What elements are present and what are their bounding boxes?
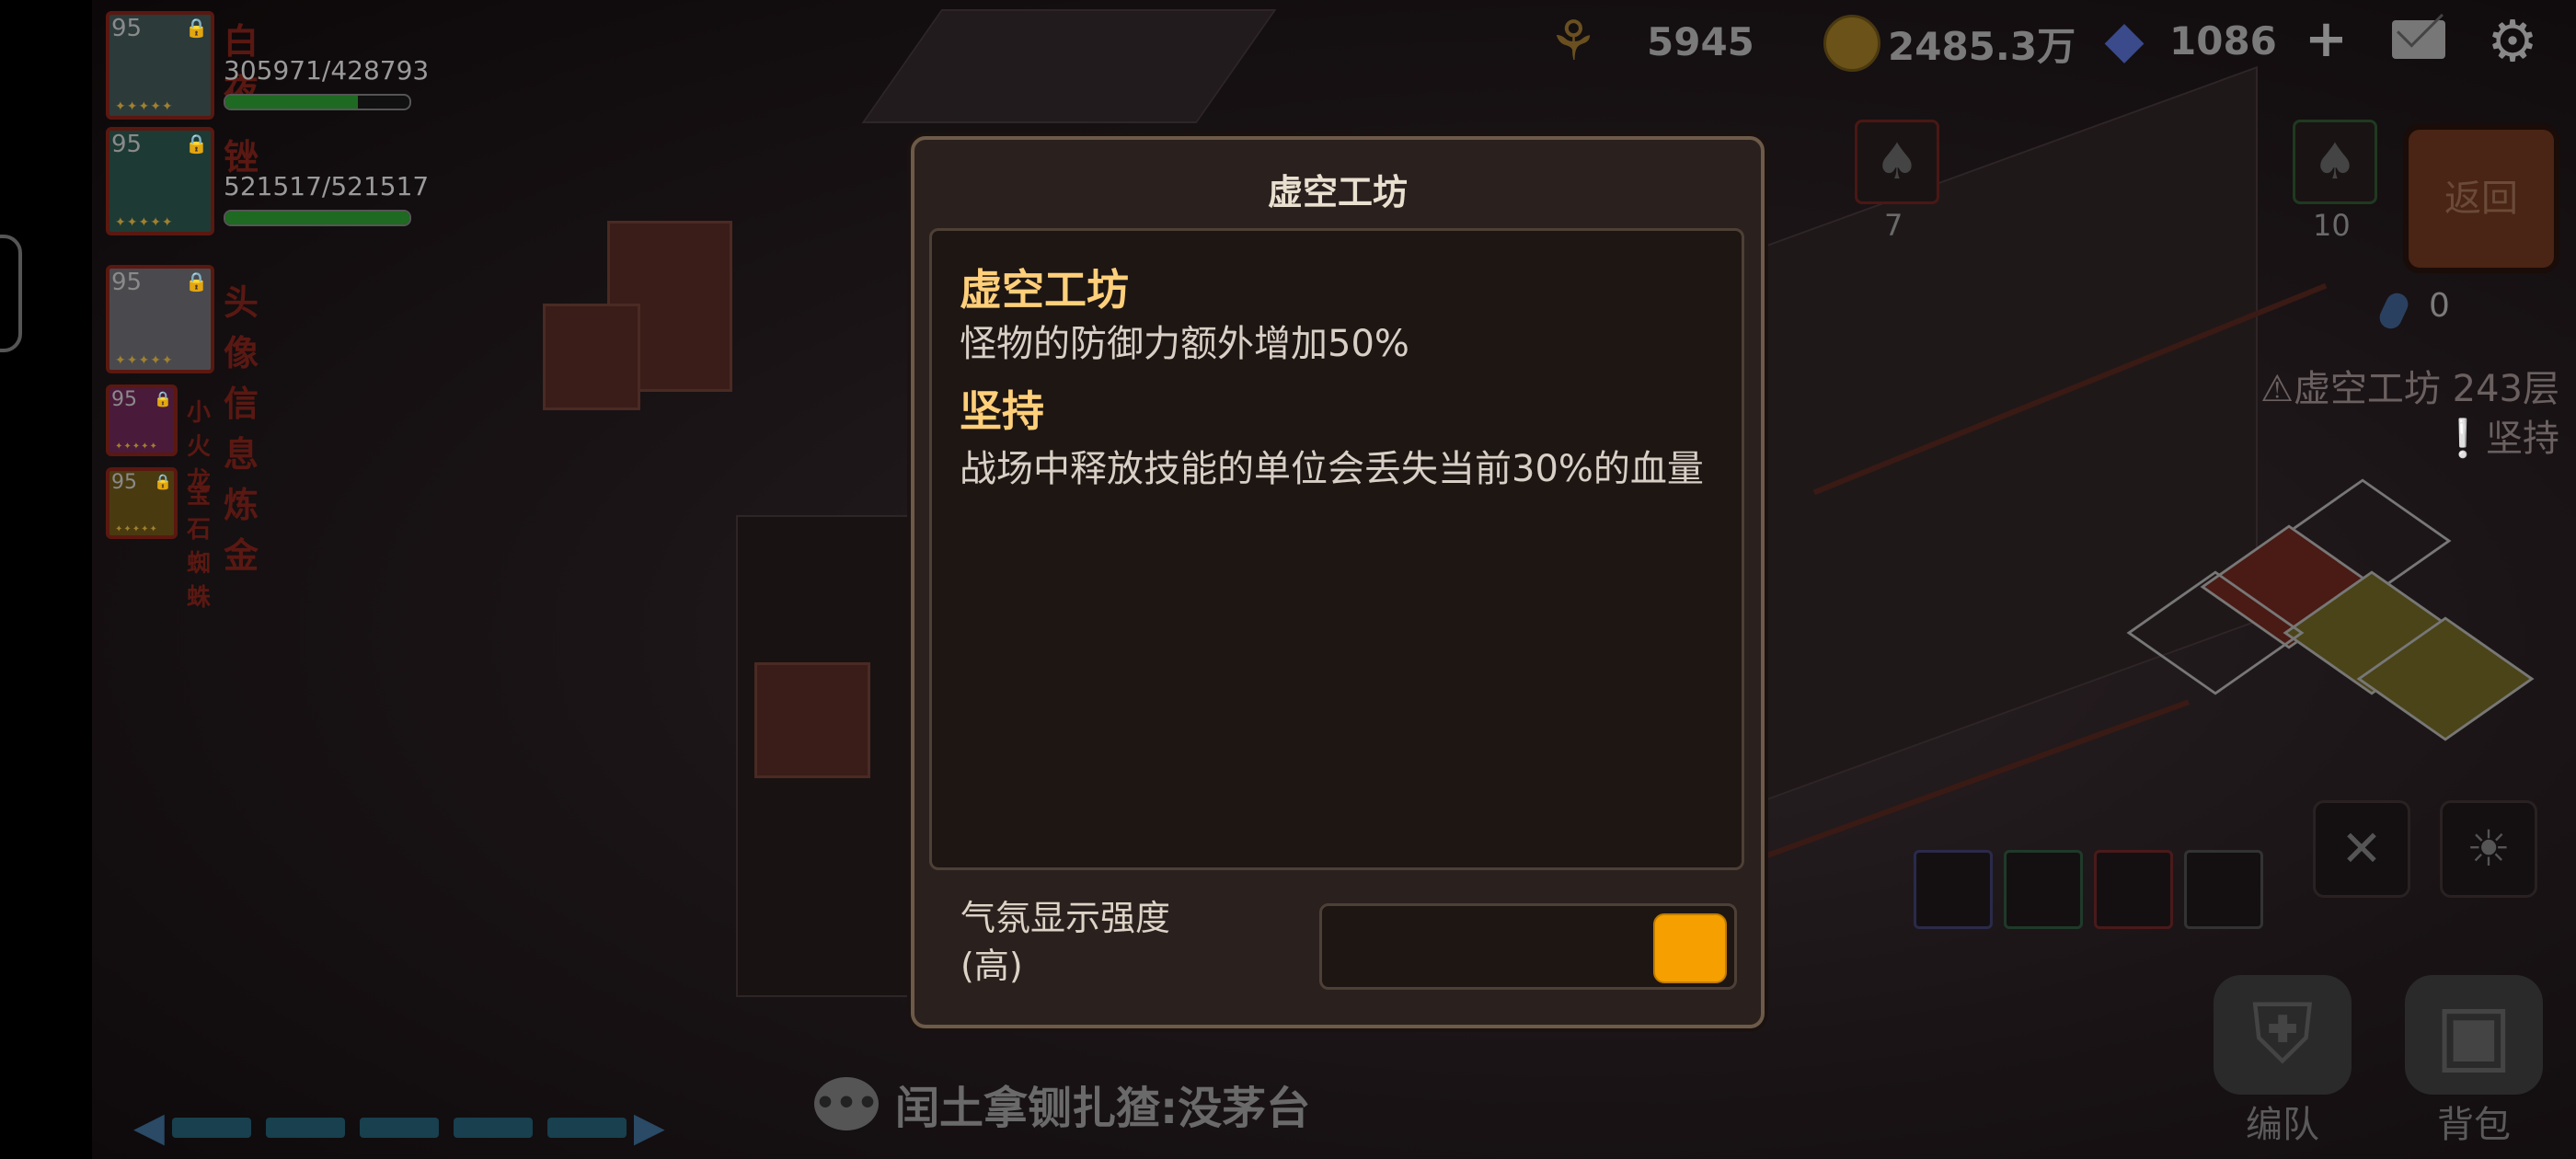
backpack-icon: ▣ [2405, 975, 2543, 1095]
dialog-title: 虚空工坊 [1267, 172, 1408, 212]
team-button[interactable]: ⛨ 编队 [2204, 975, 2361, 1150]
pager-dot[interactable] [359, 1117, 439, 1138]
minimap[interactable] [2126, 478, 2535, 741]
feather-count: 0 [2429, 287, 2450, 325]
dungeon-info-dialog: 虚空工坊 虚空工坊 怪物的防御力额外增加50% 坚持 战场中释放技能的单位会丢失… [911, 136, 1765, 1028]
lock-icon: 🔒 [154, 390, 172, 407]
lock-icon: 🔒 [185, 132, 208, 155]
chat-message: 闰土拿铡扎猹:没茅台 [895, 1083, 1311, 1134]
coin-icon [1823, 15, 1880, 72]
hero-hp: 521517/521517 [224, 171, 430, 201]
star-rating: ✦✦✦✦✦ [115, 524, 158, 534]
chat-bar[interactable]: ••• 闰土拿铡扎猹:没茅台 [814, 1072, 1310, 1136]
green-crystal-count: 10 [2313, 208, 2351, 243]
team-pager: ◀ ▶ [133, 1104, 665, 1151]
skill-slot[interactable] [2184, 850, 2263, 929]
crossed-swords-icon[interactable]: ✕ [2313, 800, 2410, 898]
skill-slot[interactable] [2004, 850, 2083, 929]
lightbulb-icon[interactable]: ☀ [2440, 800, 2537, 898]
pager-left-icon[interactable]: ◀ [133, 1104, 165, 1151]
floor-warning: ⚠虚空工坊 243层 [2260, 368, 2559, 410]
mood-level-text: (高) [960, 946, 1023, 986]
bag-button[interactable]: ▣ 背包 [2396, 975, 2552, 1150]
hero-level: 95 [111, 131, 143, 158]
back-button[interactable]: 返回 [2403, 124, 2559, 273]
modifier-description-box: 虚空工坊 怪物的防御力额外增加50% 坚持 战场中释放技能的单位会丢失当前30%… [929, 228, 1744, 870]
green-crystal-icon[interactable]: ♠ [2293, 120, 2377, 204]
hero-name: 宝石蜘蛛 [187, 482, 212, 612]
star-rating: ✦✦✦✦✦ [115, 99, 174, 114]
star-rating: ✦✦✦✦✦ [115, 442, 158, 452]
mood-intensity-label: 气氛显示强度 (高) [960, 894, 1170, 990]
floor-tile [861, 9, 1277, 123]
star-rating: ✦✦✦✦✦ [115, 353, 174, 368]
left-edge [0, 0, 92, 1159]
pager-dot[interactable] [171, 1117, 251, 1138]
chat-bubble-icon: ••• [814, 1077, 879, 1130]
modifier-label: ❕坚持 [2440, 418, 2559, 460]
hero-name: 头像信息炼金 [224, 282, 259, 576]
gem-count: 1086 [2169, 17, 2277, 63]
game-screen: 95 🔒 ✦✦✦✦✦ 白夜 305971/428793 95 🔒 ✦✦✦✦✦ 锉… [0, 0, 2576, 1159]
hero-level: 95 [111, 471, 137, 494]
add-gems-button[interactable]: + [2305, 9, 2348, 69]
lock-icon: 🔒 [185, 17, 208, 39]
wheat-count: 5945 [1647, 18, 1754, 64]
hp-bar [224, 94, 411, 110]
lock-icon: 🔒 [185, 270, 208, 293]
pager-dot[interactable] [265, 1117, 345, 1138]
section-description: 怪物的防御力额外增加50% [960, 323, 1409, 365]
hero-hp: 305971/428793 [224, 55, 430, 86]
star-rating: ✦✦✦✦✦ [115, 215, 174, 230]
toggle-knob[interactable] [1653, 913, 1727, 983]
section-description: 战场中释放技能的单位会丢失当前30%的血量 [960, 448, 1704, 490]
hp-bar-fill [225, 212, 409, 224]
diamond-icon: ◆ [2104, 10, 2145, 70]
wheat-resource: ⚘ 5945 [1546, 9, 1754, 74]
section-title: 坚持 [960, 386, 1044, 436]
gear-icon[interactable]: ⚙ [2484, 13, 2541, 70]
wheat-icon: ⚘ [1548, 9, 1598, 74]
team-label: 编队 [2246, 1104, 2319, 1146]
hero-level: 95 [111, 388, 137, 411]
gem-resource: ◆ 1086 [2096, 10, 2277, 70]
hero-level: 95 [111, 15, 143, 42]
skill-slot[interactable] [1914, 850, 1993, 929]
red-crystal-count: 7 [1884, 208, 1903, 243]
mood-label-text: 气氛显示强度 [960, 898, 1171, 938]
hero-level: 95 [111, 269, 143, 296]
gold-count: 2485.3万 [1888, 23, 2076, 69]
gold-resource: 2485.3万 [1823, 15, 2076, 72]
bag-label: 背包 [2437, 1104, 2511, 1146]
mood-intensity-toggle[interactable] [1319, 903, 1737, 990]
team-icon: ⛨ [2214, 975, 2352, 1095]
section-title: 虚空工坊 [960, 265, 1129, 315]
hp-bar-fill [225, 96, 358, 109]
crate [543, 304, 640, 410]
pager-dot[interactable] [546, 1117, 627, 1138]
pager-right-icon[interactable]: ▶ [634, 1104, 665, 1151]
red-crystal-icon[interactable]: ♠ [1855, 120, 1939, 204]
hp-bar [224, 210, 411, 226]
skill-slot[interactable] [2094, 850, 2173, 929]
pager-dot[interactable] [453, 1117, 533, 1138]
crate [754, 662, 870, 778]
side-handle[interactable] [0, 235, 22, 352]
mail-icon[interactable] [2392, 20, 2445, 59]
lock-icon: 🔒 [154, 473, 172, 490]
